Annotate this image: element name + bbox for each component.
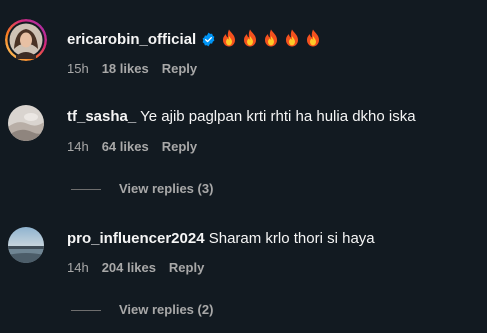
comment-pro-influencer: pro_influencer2024 Sharam krlo thori si … — [0, 215, 487, 333]
comment-time: 14h — [67, 139, 89, 154]
fire-emoji-icon — [305, 29, 321, 53]
comment-likes[interactable]: 64 likes — [102, 139, 149, 154]
comment-likes[interactable]: 18 likes — [102, 61, 149, 76]
view-replies-label: View replies (2) — [119, 302, 214, 317]
comment-text: Sharam krlo thori si haya — [208, 230, 375, 247]
fire-emoji-icon — [221, 29, 237, 53]
fire-emoji-icon — [263, 29, 279, 53]
comment-line: ericarobin_official — [67, 29, 321, 53]
verified-badge-icon — [201, 32, 216, 53]
comment-username[interactable]: tf_sasha_ — [67, 108, 136, 125]
reply-button[interactable]: Reply — [162, 139, 197, 154]
comment-username[interactable]: pro_influencer2024 — [67, 230, 205, 247]
fire-emoji-icon — [284, 29, 300, 53]
reply-button[interactable]: Reply — [162, 61, 197, 76]
comment-likes[interactable]: 204 likes — [102, 260, 156, 275]
view-replies-label: View replies (3) — [119, 181, 214, 196]
comment-time: 15h — [67, 61, 89, 76]
avatar-pro-influencer[interactable] — [8, 227, 44, 263]
avatar-ericarobin[interactable] — [5, 19, 47, 61]
comment-line: tf_sasha_ Ye ajib paglpan krti rhti ha h… — [67, 107, 416, 127]
replies-divider — [71, 189, 101, 191]
view-replies-button[interactable]: View replies (2) — [71, 302, 213, 317]
comment-text: Ye ajib paglpan krti rhti ha hulia dkho … — [140, 108, 416, 125]
comment-meta: 14h 204 likes Reply — [67, 260, 217, 276]
replies-divider — [71, 310, 101, 312]
reply-button[interactable]: Reply — [169, 260, 204, 275]
comment-line: pro_influencer2024 Sharam krlo thori si … — [67, 229, 375, 249]
view-replies-button[interactable]: View replies (3) — [71, 181, 213, 196]
comment-tf-sasha: tf_sasha_ Ye ajib paglpan krti rhti ha h… — [0, 95, 487, 205]
fire-emoji-icon — [242, 29, 258, 53]
comment-meta: 15h 18 likes Reply — [67, 61, 210, 77]
comment-meta: 14h 64 likes Reply — [67, 139, 210, 155]
comment-username[interactable]: ericarobin_official — [67, 31, 196, 48]
comment-ericarobin: ericarobin_official 15h 18 likes Reply — [0, 0, 487, 90]
comment-time: 14h — [67, 260, 89, 275]
avatar-tf-sasha[interactable] — [8, 105, 44, 141]
